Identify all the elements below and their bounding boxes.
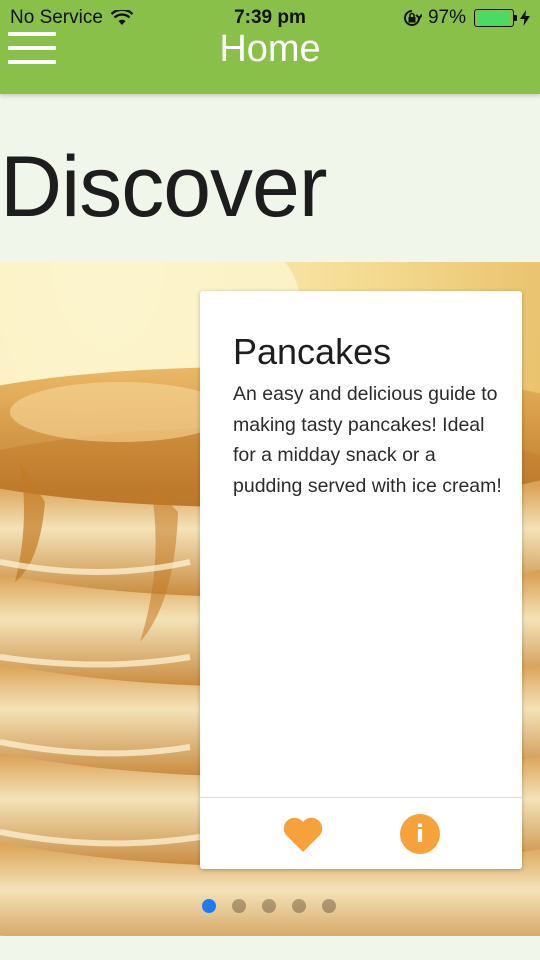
page-dot[interactable]: [292, 899, 306, 913]
charging-bolt-icon: [520, 10, 530, 26]
card-description: An easy and delicious guide to making ta…: [233, 383, 502, 497]
page-dot[interactable]: [202, 899, 216, 913]
status-right: 97%: [402, 7, 530, 29]
nav-title: Home: [219, 28, 321, 70]
page-heading: Discover: [0, 139, 328, 235]
footer-strip: [0, 936, 540, 960]
page-dot[interactable]: [232, 899, 246, 913]
header: No Service 7:39 pm 97% Home: [0, 0, 540, 94]
rotation-lock-icon: [403, 10, 422, 26]
card-title: Pancakes: [233, 331, 392, 372]
recipe-card[interactable]: Pancakes An easy and delicious guide to …: [200, 291, 522, 869]
battery-tip: [514, 15, 517, 21]
battery-fill: [476, 11, 511, 25]
card-divider: [200, 797, 522, 798]
heart-icon[interactable]: [282, 815, 324, 853]
info-icon[interactable]: i: [400, 814, 440, 854]
page-dot[interactable]: [262, 899, 276, 913]
battery-icon: [474, 9, 517, 27]
page-dot[interactable]: [322, 899, 336, 913]
battery-percent: 97%: [427, 7, 466, 28]
page-indicator[interactable]: [202, 899, 336, 913]
